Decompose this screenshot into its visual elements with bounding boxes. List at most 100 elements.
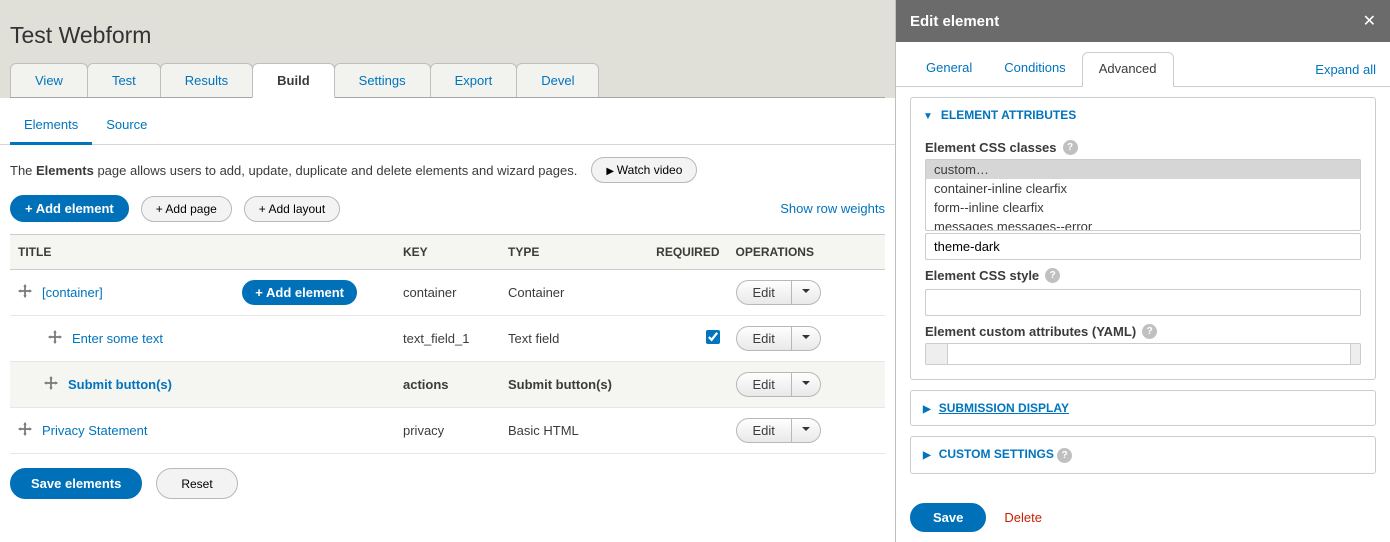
cell-required (640, 362, 728, 408)
subtab-source[interactable]: Source (92, 110, 161, 144)
add-element-inline-button[interactable]: + Add element (242, 280, 357, 305)
elements-table: TITLE KEY TYPE REQUIRED OPERATIONS [cont… (10, 234, 885, 454)
css-classes-listbox[interactable]: custom…container-inline clearfixform--in… (925, 159, 1361, 231)
operations-dropbutton[interactable]: Edit (736, 372, 821, 397)
sidebar-footer: Save Delete (896, 493, 1390, 542)
tab-build[interactable]: Build (252, 63, 335, 98)
css-style-input[interactable] (925, 289, 1361, 316)
sidebar-header: Edit element ✕ (896, 0, 1390, 42)
add-layout-button[interactable]: + Add layout (244, 196, 340, 222)
custom-settings-heading: Custom Settings (939, 447, 1054, 461)
table-row: Submit button(s)actionsSubmit button(s)E… (10, 362, 885, 408)
cell-key: container (395, 270, 500, 316)
sidebar-tabs: GeneralConditionsAdvanced (910, 52, 1174, 86)
required-checkbox[interactable] (706, 330, 720, 344)
subtab-elements[interactable]: Elements (10, 110, 92, 145)
sidebar-tab-advanced[interactable]: Advanced (1082, 52, 1174, 87)
help-icon[interactable]: ? (1057, 448, 1072, 463)
operations-dropbutton[interactable]: Edit (736, 418, 821, 443)
close-icon[interactable]: ✕ (1363, 11, 1376, 31)
action-row: + Add element + Add page + Add layout Sh… (10, 195, 885, 222)
th-title: TITLE (10, 235, 395, 270)
th-required: REQUIRED (640, 235, 728, 270)
drag-handle-icon[interactable] (48, 330, 62, 347)
element-title-link[interactable]: Privacy Statement (42, 423, 148, 438)
chevron-down-icon[interactable] (791, 281, 820, 304)
tab-view[interactable]: View (10, 63, 88, 97)
cell-type: Basic HTML (500, 408, 640, 454)
edit-element-panel: Edit element ✕ GeneralConditionsAdvanced… (895, 0, 1390, 542)
edit-button[interactable]: Edit (737, 419, 791, 442)
th-type: TYPE (500, 235, 640, 270)
add-page-button[interactable]: + Add page (141, 196, 232, 222)
footer-actions: Save elements Reset (10, 468, 885, 499)
tab-export[interactable]: Export (430, 63, 518, 97)
help-icon[interactable]: ? (1063, 140, 1078, 155)
secondary-tabs: ElementsSource (0, 98, 895, 145)
listbox-option[interactable]: container-inline clearfix (926, 179, 1360, 198)
cell-type: Container (500, 270, 640, 316)
show-row-weights-link[interactable]: Show row weights (780, 201, 885, 216)
cell-key: privacy (395, 408, 500, 454)
listbox-option[interactable]: custom… (926, 160, 1360, 179)
custom-settings-section[interactable]: Custom Settings ? (910, 436, 1376, 474)
css-class-input[interactable] (925, 233, 1361, 260)
edit-button[interactable]: Edit (737, 327, 791, 350)
tab-test[interactable]: Test (87, 63, 161, 97)
operations-dropbutton[interactable]: Edit (736, 280, 821, 305)
drag-handle-icon[interactable] (44, 376, 58, 393)
listbox-option[interactable]: messages messages--error (926, 217, 1360, 231)
drag-handle-icon[interactable] (18, 284, 32, 301)
tab-settings[interactable]: Settings (334, 63, 431, 97)
yaml-scrollbar[interactable] (1351, 343, 1361, 365)
intro-row: The Elements page allows users to add, u… (10, 157, 885, 183)
watch-video-button[interactable]: Watch video (591, 157, 697, 183)
element-attributes-heading: Element Attributes (941, 108, 1076, 122)
delete-link[interactable]: Delete (1004, 510, 1042, 525)
save-button[interactable]: Save (910, 503, 986, 532)
edit-button[interactable]: Edit (737, 373, 791, 396)
header-region: Test Webform ViewTestResultsBuildSetting… (0, 0, 895, 98)
listbox-option[interactable]: form--inline clearfix (926, 198, 1360, 217)
expand-all-link[interactable]: Expand all (1315, 62, 1376, 77)
cell-required (640, 408, 728, 454)
chevron-down-icon[interactable] (791, 373, 820, 396)
submission-display-section[interactable]: Submission Display (910, 390, 1376, 426)
cell-required (640, 316, 728, 362)
cell-type: Submit button(s) (500, 362, 640, 408)
chevron-down-icon[interactable] (791, 419, 820, 442)
table-row: Enter some texttext_field_1Text fieldEdi… (10, 316, 885, 362)
element-title-link[interactable]: [container] (42, 285, 103, 300)
element-title-link[interactable]: Enter some text (72, 331, 163, 346)
help-icon[interactable]: ? (1045, 268, 1060, 283)
cell-key: text_field_1 (395, 316, 500, 362)
chevron-down-icon[interactable] (791, 327, 820, 350)
help-icon[interactable]: ? (1142, 324, 1157, 339)
tab-devel[interactable]: Devel (516, 63, 599, 97)
element-title-link[interactable]: Submit button(s) (68, 377, 172, 392)
tab-results[interactable]: Results (160, 63, 253, 97)
yaml-label: Element custom attributes (YAML) (925, 324, 1136, 339)
submission-display-heading: Submission Display (939, 401, 1069, 415)
element-attributes-section[interactable]: Element Attributes Element CSS classes ?… (910, 97, 1376, 380)
sidebar-tab-general[interactable]: General (910, 52, 988, 86)
table-row: Privacy Statement privacyBasic HTML Edit (10, 408, 885, 454)
cell-key: actions (395, 362, 500, 408)
page-title: Test Webform (10, 22, 885, 49)
operations-dropbutton[interactable]: Edit (736, 326, 821, 351)
th-key: KEY (395, 235, 500, 270)
sidebar-title: Edit element (910, 13, 999, 30)
edit-button[interactable]: Edit (737, 281, 791, 304)
yaml-gutter (925, 343, 947, 365)
css-classes-label: Element CSS classes (925, 140, 1057, 155)
add-element-button[interactable]: + Add element (10, 195, 129, 222)
th-operations: OPERATIONS (728, 235, 886, 270)
primary-tabs: ViewTestResultsBuildSettingsExportDevel (10, 63, 885, 98)
drag-handle-icon[interactable] (18, 422, 32, 439)
save-elements-button[interactable]: Save elements (10, 468, 142, 499)
yaml-input[interactable] (947, 343, 1351, 365)
reset-button[interactable]: Reset (156, 468, 237, 499)
intro-text: The Elements page allows users to add, u… (10, 163, 577, 178)
sidebar-tab-conditions[interactable]: Conditions (988, 52, 1081, 86)
cell-required (640, 270, 728, 316)
